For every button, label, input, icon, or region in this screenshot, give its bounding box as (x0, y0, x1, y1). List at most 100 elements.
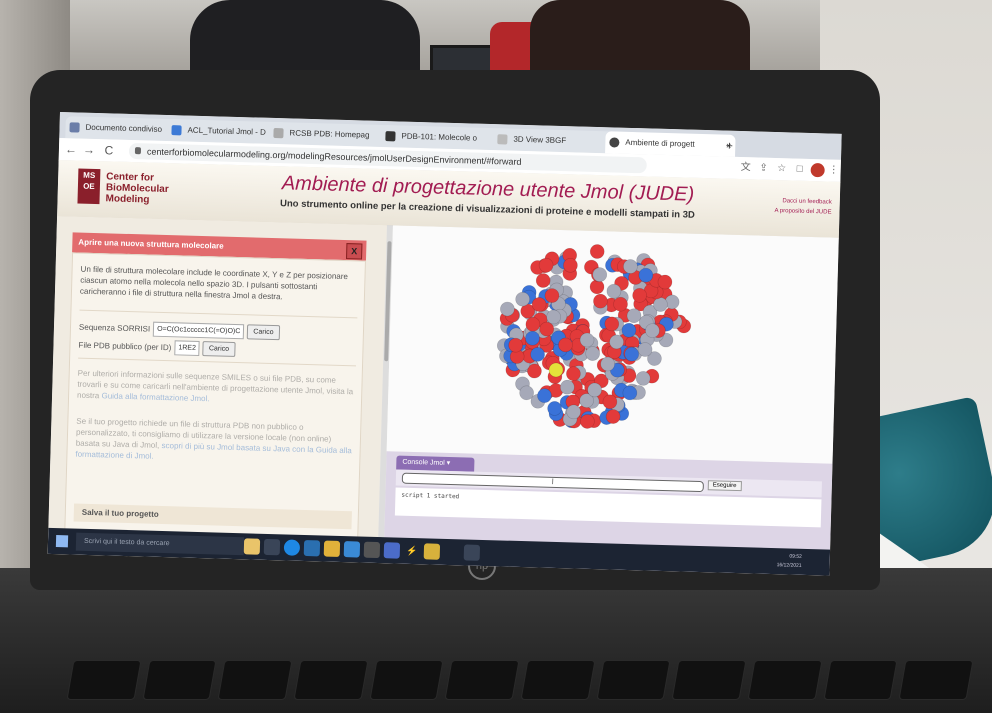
atom-sphere (613, 296, 628, 312)
store-icon[interactable] (343, 541, 361, 558)
atom-sphere (566, 366, 581, 382)
panel-title: Aprire una nuova struttura molecolare (78, 237, 224, 251)
atom-sphere (579, 332, 595, 348)
atom-sphere (589, 244, 605, 259)
lightning-app-icon[interactable]: ⚡ (403, 542, 421, 560)
tab-favicon-icon (171, 125, 182, 136)
atom-sphere (645, 323, 660, 338)
atom-sphere (531, 297, 547, 312)
atom-sphere (635, 371, 651, 386)
tab-favicon-icon (69, 122, 80, 133)
tab-label: PDB-101: Molecole o (401, 131, 478, 143)
key (898, 660, 974, 700)
atom-sphere (606, 283, 622, 299)
key (747, 660, 823, 700)
profile-avatar[interactable] (810, 162, 825, 178)
lock-icon (134, 147, 142, 155)
org-name-line: Modeling (105, 193, 150, 206)
atom-sphere (558, 337, 573, 353)
pdb-id-input[interactable]: 1RE2 (174, 340, 201, 356)
jmol-viewer[interactable] (386, 225, 839, 464)
atom-sphere (622, 385, 638, 401)
atom-sphere (585, 346, 600, 361)
atom-sphere (626, 308, 642, 324)
atom-sphere (537, 388, 552, 403)
key (66, 660, 142, 700)
key (293, 660, 369, 700)
header-links: Dacci un feedback A proposito del JUDE (774, 196, 832, 218)
atom-sphere (623, 259, 638, 274)
atom-sphere (592, 267, 608, 282)
save-project-section[interactable]: Salva il tuo progetto (73, 503, 352, 530)
atom-sphere (563, 258, 578, 273)
msoe-logo[interactable]: MS OE (77, 168, 101, 205)
atom-sphere (624, 346, 639, 362)
atom-sphere (604, 316, 620, 332)
reload-icon[interactable]: C (101, 142, 117, 158)
org-name[interactable]: Center for BioMolecular Modeling (105, 171, 169, 206)
smiles-input[interactable]: O=C(Oc1ccccc1C(=O)O)C (152, 321, 245, 340)
bookmark-star-icon[interactable]: ☆ (774, 162, 788, 176)
formatting-guide-link[interactable]: Guida alla formattazione Jmol. (101, 391, 209, 403)
app-icon[interactable] (423, 543, 441, 560)
atom-sphere (653, 297, 668, 312)
system-clock[interactable]: 09:52 16/12/2021 (776, 552, 802, 571)
laptop-display: Documento condiviso × ACL_Tutorial Jmol … (47, 112, 842, 576)
mail-icon[interactable] (303, 539, 321, 557)
atom-sphere (525, 316, 541, 332)
tab-window-icon[interactable]: □ (792, 162, 806, 176)
intro-text: Un file di struttura molecolare include … (79, 264, 349, 302)
translate-icon[interactable]: 文 (739, 161, 753, 175)
file-explorer-icon[interactable] (323, 540, 341, 557)
atom-sphere (632, 288, 647, 303)
atom-sphere (519, 385, 534, 401)
person-hair (530, 0, 750, 70)
panel-close-button[interactable]: X (346, 243, 363, 260)
tab-favicon-icon (609, 137, 620, 148)
clock-date: 16/12/2021 (776, 562, 802, 569)
panel-body: Un file di struttura molecolare include … (63, 252, 366, 561)
atom-sphere (515, 291, 530, 307)
pdb-load-button[interactable]: Carico (202, 341, 236, 357)
app-icon[interactable] (363, 541, 381, 559)
forward-icon[interactable]: → (81, 142, 97, 158)
atom-sphere (539, 321, 555, 337)
back-icon[interactable]: ← (63, 141, 79, 157)
atom-sphere (508, 337, 523, 353)
windows-start-icon[interactable] (55, 535, 69, 548)
info-paragraph: Per ulteriori informazioni sulle sequenz… (77, 368, 356, 409)
tab-favicon-icon (273, 127, 284, 139)
pdb-row: File PDB pubblico (per ID) 1RE2 Carico (78, 338, 236, 357)
cortana-icon[interactable] (243, 538, 261, 555)
chrome-icon[interactable] (463, 544, 481, 561)
atom-sphere (525, 330, 540, 346)
key (520, 660, 596, 700)
atom-sphere (587, 382, 602, 398)
key (369, 660, 444, 700)
atom-sphere (605, 409, 621, 424)
key (217, 660, 293, 700)
about-link[interactable]: A proposito del JUDE (774, 206, 831, 218)
keyboard-function-row (66, 660, 974, 700)
tab-favicon-icon (497, 134, 508, 145)
app-icon[interactable] (383, 542, 401, 559)
control-panel: Aprire una nuova struttura molecolare X … (47, 215, 387, 564)
share-icon[interactable]: ⇪ (756, 161, 770, 175)
divider (78, 357, 357, 367)
execute-button[interactable]: Eseguire (707, 480, 742, 492)
menu-icon[interactable]: ⋮ (826, 163, 840, 177)
smiles-load-button[interactable]: Carico (247, 324, 280, 341)
atom-sphere (548, 362, 564, 378)
key (142, 660, 217, 700)
new-tab-button[interactable]: + (719, 134, 740, 157)
key (596, 660, 671, 700)
key (671, 660, 747, 700)
edge-icon[interactable] (283, 539, 301, 556)
task-view-icon[interactable] (263, 538, 281, 556)
atom-sphere (538, 257, 554, 273)
smiles-label: Sequenza SORRISI (78, 322, 151, 334)
atom-sphere (621, 322, 637, 338)
pdb-label: File PDB pubblico (per ID) (78, 340, 172, 353)
atom-sphere (566, 404, 581, 420)
taskbar-search[interactable]: Scrivi qui il testo da cercare (75, 532, 245, 556)
